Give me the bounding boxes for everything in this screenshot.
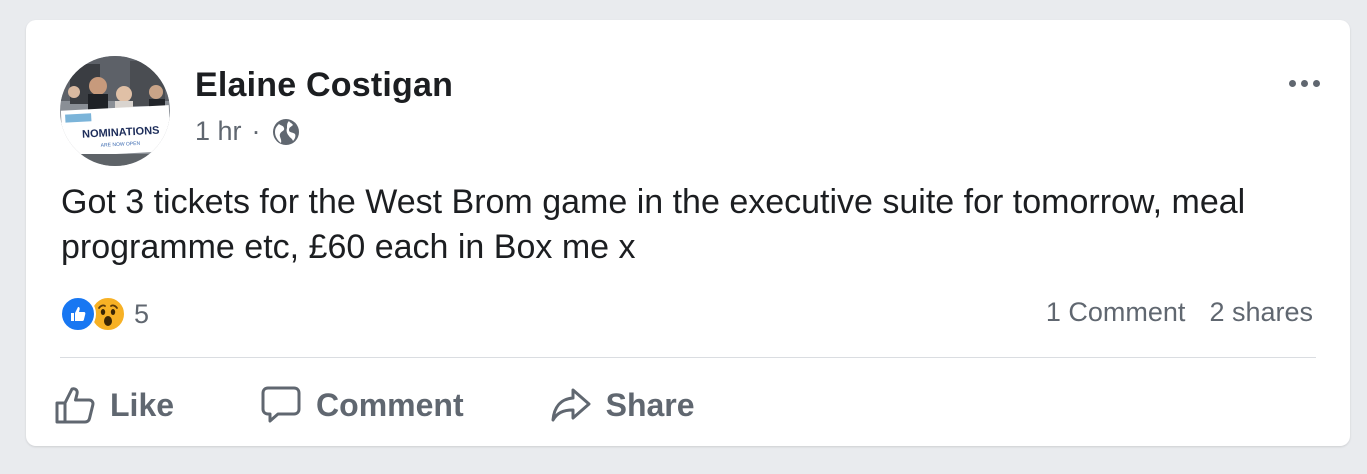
- like-label: Like: [110, 386, 175, 423]
- share-button[interactable]: Share: [550, 385, 695, 425]
- like-button[interactable]: Like: [54, 385, 174, 425]
- action-bar: Like Comment Share: [54, 380, 781, 430]
- share-arrow-icon: [551, 388, 591, 422]
- author-avatar[interactable]: NOMINATIONS ARE NOW OPEN: [60, 56, 170, 166]
- more-dot: [1301, 80, 1308, 87]
- more-dot: [1313, 80, 1320, 87]
- engagement-stats: 1 Comment 2 shares: [1046, 297, 1313, 328]
- comment-count-link[interactable]: 1 Comment: [1046, 297, 1186, 328]
- reaction-count: 5: [134, 298, 150, 329]
- more-options-icon[interactable]: [1289, 80, 1320, 87]
- more-dot: [1289, 80, 1296, 87]
- post-text: Got 3 tickets for the West Brom game in …: [61, 183, 1246, 266]
- post-meta: 1 hr ·: [195, 116, 301, 147]
- share-label: Share: [605, 386, 695, 423]
- post-timestamp[interactable]: 1 hr: [195, 116, 242, 147]
- comment-button[interactable]: Comment: [260, 385, 464, 425]
- like-reaction-icon: [60, 296, 96, 332]
- post-card: NOMINATIONS ARE NOW OPEN Elaine Costigan…: [26, 20, 1350, 446]
- comment-label: Comment: [316, 386, 464, 423]
- thumbs-up-icon: [55, 387, 95, 424]
- reactions-summary[interactable]: 5: [60, 296, 149, 332]
- share-count-link[interactable]: 2 shares: [1209, 297, 1313, 328]
- globe-icon[interactable]: [271, 117, 301, 147]
- comment-bubble-icon: [261, 386, 301, 423]
- author-name[interactable]: Elaine Costigan: [195, 66, 453, 105]
- meta-separator: ·: [251, 116, 261, 146]
- divider: [60, 357, 1316, 358]
